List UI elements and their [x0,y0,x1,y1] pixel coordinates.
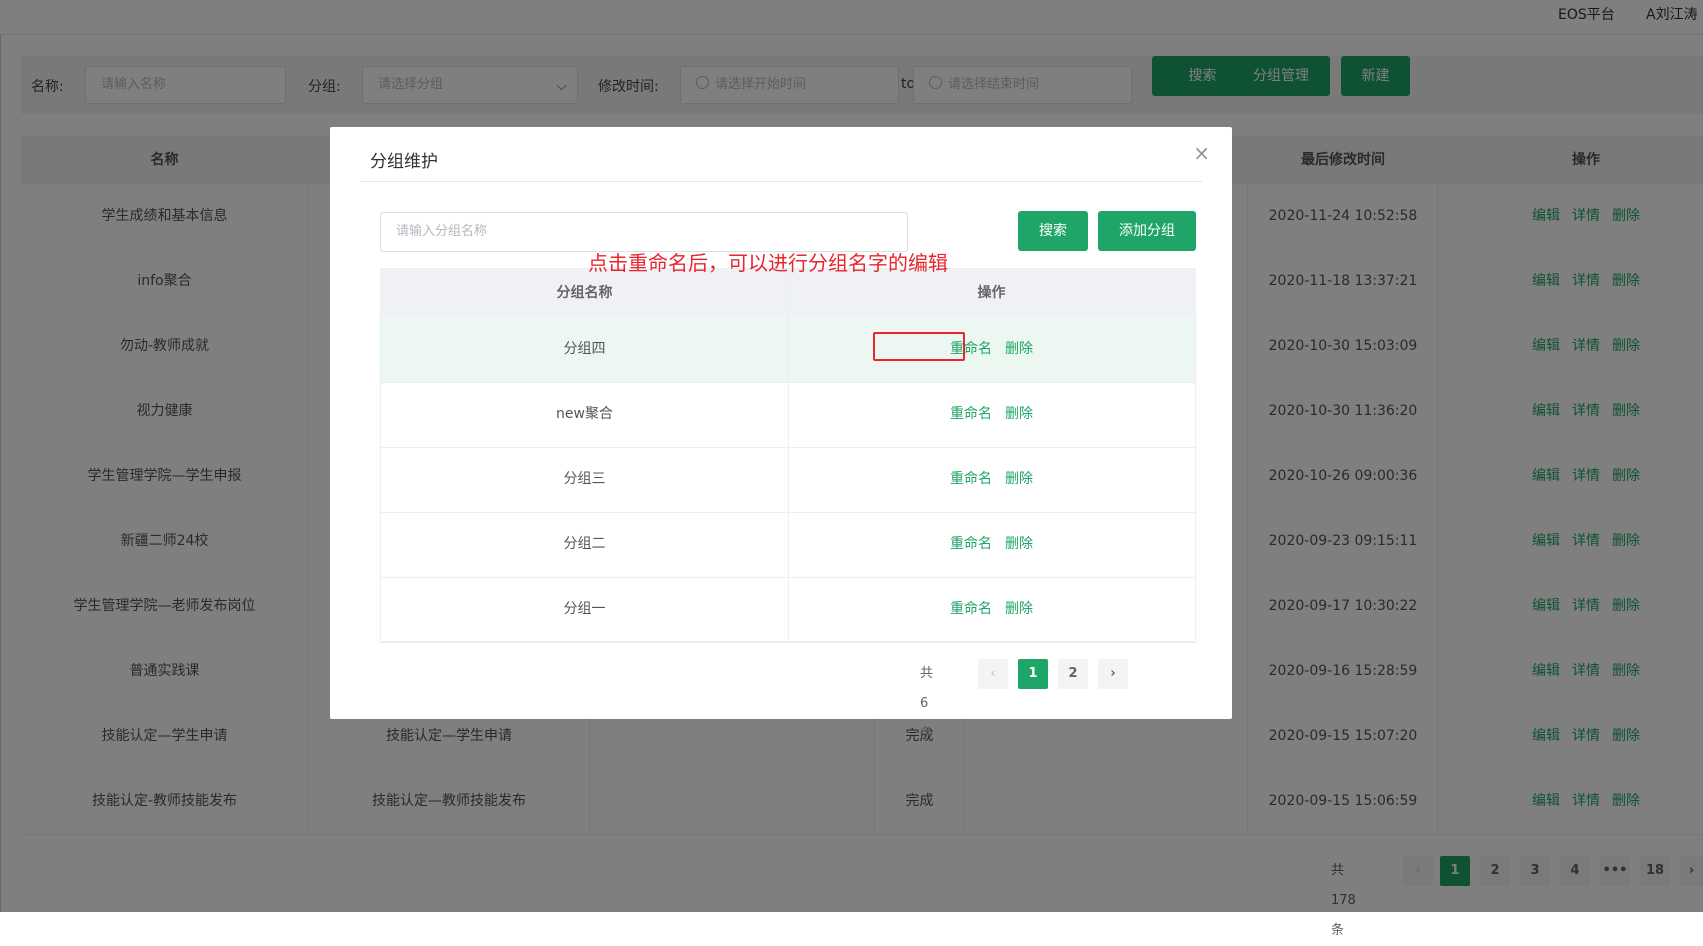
rename-link[interactable]: 重命名 [950,512,992,576]
column-divider [788,269,789,641]
next-page-button[interactable]: › [1098,659,1128,689]
close-icon[interactable]: × [1193,143,1210,163]
dialog-search-button[interactable]: 搜索 [1018,211,1088,251]
group-table: 分组名称 操作 分组四 重命名 删除 new聚合 重命名 删除 分组三 重命名 删除 分组二 重命名… [380,268,1196,643]
group-total-count: 共 6 条 [920,666,934,741]
prev-page-button[interactable]: ‹ [978,659,1008,689]
column-header-group-ops: 操作 [977,285,1006,301]
delete-link[interactable]: 删除 [1005,382,1033,446]
group-name: 分组一 [563,601,606,617]
delete-link[interactable]: 删除 [1005,577,1033,641]
page-button[interactable]: 1 [1018,659,1048,689]
rename-link[interactable]: 重命名 [950,577,992,641]
column-header-group-name: 分组名称 [556,285,613,301]
delete-link[interactable]: 删除 [1005,512,1033,576]
delete-link[interactable]: 删除 [1005,447,1033,511]
group-name: 分组四 [563,341,606,357]
group-maintenance-dialog: 分组维护 × 请输入分组名称 搜索 添加分组 分组名称 操作 分组四 重命名 删除 n… [330,127,1232,741]
group-name-search-input[interactable]: 请输入分组名称 [380,212,908,252]
rename-link[interactable]: 重命名 [950,447,992,511]
group-name: 分组三 [563,471,606,487]
dialog-title: 分组维护 [370,152,438,172]
rename-link[interactable]: 重命名 [950,382,992,446]
add-group-button[interactable]: 添加分组 [1098,211,1196,251]
group-name: 分组二 [563,536,606,552]
highlight-box [873,332,965,361]
page-button[interactable]: 2 [1058,659,1088,689]
dialog-divider [360,181,1202,182]
annotation-text: 点击重命名后，可以进行分组名字的编辑 [588,251,948,275]
group-name: new聚合 [556,406,613,422]
delete-link[interactable]: 删除 [1005,317,1033,381]
